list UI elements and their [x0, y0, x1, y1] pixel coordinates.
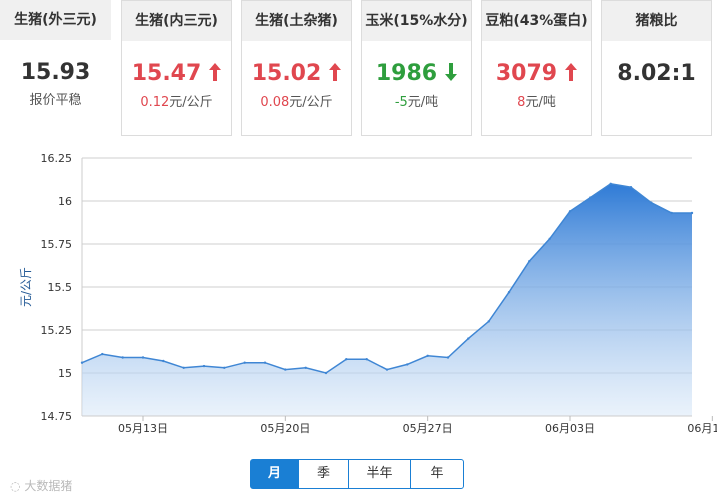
- data-point: [162, 359, 165, 363]
- data-point: [80, 361, 84, 364]
- card-price-value: 3079: [495, 61, 558, 86]
- card-change-unit: 元/吨: [407, 94, 439, 110]
- watermark-text: 大数据猪: [24, 479, 73, 493]
- data-point: [467, 337, 470, 340]
- card-price: 1986: [362, 61, 471, 87]
- period-tab-1[interactable]: 月: [251, 460, 299, 488]
- y-tick-label: 16: [58, 195, 72, 208]
- price-cards: 生猪(外三元) 15.93 报价平稳 生猪(内三元) 15.47 0.12元/公斤 生猪(土…: [0, 0, 717, 150]
- price-card-6[interactable]: 猪粮比 8.02:1: [601, 0, 712, 136]
- data-point: [548, 237, 551, 240]
- price-card-5[interactable]: 豆粕(43%蛋白) 3079 8元/吨: [481, 0, 592, 136]
- card-change: 0.08元/公斤: [242, 91, 351, 110]
- card-change-value: 0.12: [140, 94, 170, 110]
- price-card-3[interactable]: 生猪(土杂猪) 15.02 0.08元/公斤: [241, 0, 352, 136]
- period-tab-3[interactable]: 半年: [349, 460, 411, 488]
- card-price: 3079: [482, 61, 591, 87]
- card-change: -5元/吨: [362, 91, 471, 110]
- arrow-up-icon: [209, 62, 222, 87]
- data-point: [263, 361, 267, 364]
- price-card-4[interactable]: 玉米(15%水分) 1986 -5元/吨: [361, 0, 472, 136]
- y-axis-title: 元/公斤: [19, 267, 33, 307]
- x-tick-label: 06月03日: [545, 422, 595, 435]
- card-price-value: 8.02:1: [617, 61, 696, 86]
- card-price: 8.02:1: [602, 61, 711, 86]
- data-point: [629, 186, 633, 189]
- data-point: [243, 361, 246, 364]
- card-price-value: 15.02: [251, 61, 322, 86]
- card-title: 玉米(15%水分): [362, 1, 471, 41]
- price-chart-svg: 14.75 15 15.25 15.5 15.75 16 16.25 05月13日 05月20日…: [19, 152, 717, 435]
- data-point: [284, 368, 287, 371]
- period-tab-2[interactable]: 季: [299, 460, 349, 488]
- card-change-value: 0.08: [260, 94, 290, 110]
- data-point: [507, 291, 511, 294]
- card-change: 0.12元/公斤: [122, 91, 231, 110]
- data-point: [345, 358, 348, 361]
- card-price-value: 15.93: [20, 60, 91, 85]
- card-change-unit: 元/吨: [525, 94, 556, 110]
- card-change: 报价平稳: [0, 89, 111, 108]
- data-point: [528, 260, 531, 263]
- card-price-value: 1986: [375, 61, 438, 86]
- card-title: 猪粮比: [602, 1, 711, 41]
- data-point: [406, 363, 409, 366]
- data-point: [182, 366, 185, 369]
- price-card-1[interactable]: 生猪(外三元) 15.93 报价平稳: [0, 0, 111, 150]
- price-area: [82, 183, 692, 416]
- x-tick-label: 06月10日: [687, 422, 717, 435]
- data-point: [121, 356, 124, 359]
- data-point: [487, 320, 490, 323]
- card-status-text: 报价平稳: [29, 93, 82, 108]
- data-point: [568, 210, 572, 213]
- data-point: [446, 356, 450, 359]
- x-tick-label: 05月13日: [118, 422, 168, 435]
- data-point: [690, 211, 694, 215]
- data-point: [426, 354, 429, 357]
- data-point: [365, 358, 368, 361]
- data-point: [650, 201, 653, 204]
- y-tick-label: 15.5: [48, 281, 73, 294]
- data-point: [589, 196, 592, 199]
- card-change-unit: 元/公斤: [169, 94, 213, 110]
- card-title: 生猪(内三元): [122, 1, 231, 41]
- y-tick-label: 15: [58, 367, 72, 380]
- data-point: [141, 356, 145, 359]
- watermark: ◌ 大数据猪: [10, 477, 72, 494]
- arrow-down-icon: [445, 62, 458, 87]
- period-tab-4[interactable]: 年: [411, 460, 463, 488]
- card-title: 豆粕(43%蛋白): [482, 1, 591, 41]
- card-change-value: -5: [394, 94, 408, 110]
- y-tick-label: 15.25: [41, 324, 73, 337]
- card-title: 生猪(外三元): [0, 0, 111, 40]
- card-price: 15.02: [242, 61, 351, 87]
- card-price-value: 15.47: [131, 61, 202, 86]
- y-tick-label: 16.25: [41, 152, 73, 165]
- data-point: [202, 364, 206, 368]
- x-tick-label: 05月27日: [403, 422, 453, 435]
- data-point: [304, 366, 307, 369]
- card-change-unit: 元/公斤: [289, 94, 333, 110]
- data-point: [385, 368, 389, 371]
- data-point: [609, 182, 612, 185]
- data-point: [101, 352, 104, 356]
- data-point: [324, 371, 328, 375]
- data-point: [223, 366, 226, 369]
- period-tabs: 月季半年年: [250, 459, 464, 489]
- weibo-icon: ◌: [10, 479, 21, 493]
- card-change: 8元/吨: [482, 91, 591, 110]
- y-tick-label: 15.75: [41, 238, 73, 251]
- card-price: 15.93: [0, 60, 111, 85]
- card-title: 生猪(土杂猪): [242, 1, 351, 41]
- x-tick-label: 05月20日: [260, 422, 310, 435]
- price-chart: 14.75 15 15.25 15.5 15.75 16 16.25 05月13日 05月20日…: [0, 150, 717, 440]
- y-tick-label: 14.75: [41, 410, 73, 423]
- price-card-2[interactable]: 生猪(内三元) 15.47 0.12元/公斤: [121, 0, 232, 136]
- card-price: 15.47: [122, 61, 231, 87]
- arrow-up-icon: [565, 62, 578, 87]
- data-point: [670, 211, 673, 215]
- arrow-up-icon: [329, 62, 342, 87]
